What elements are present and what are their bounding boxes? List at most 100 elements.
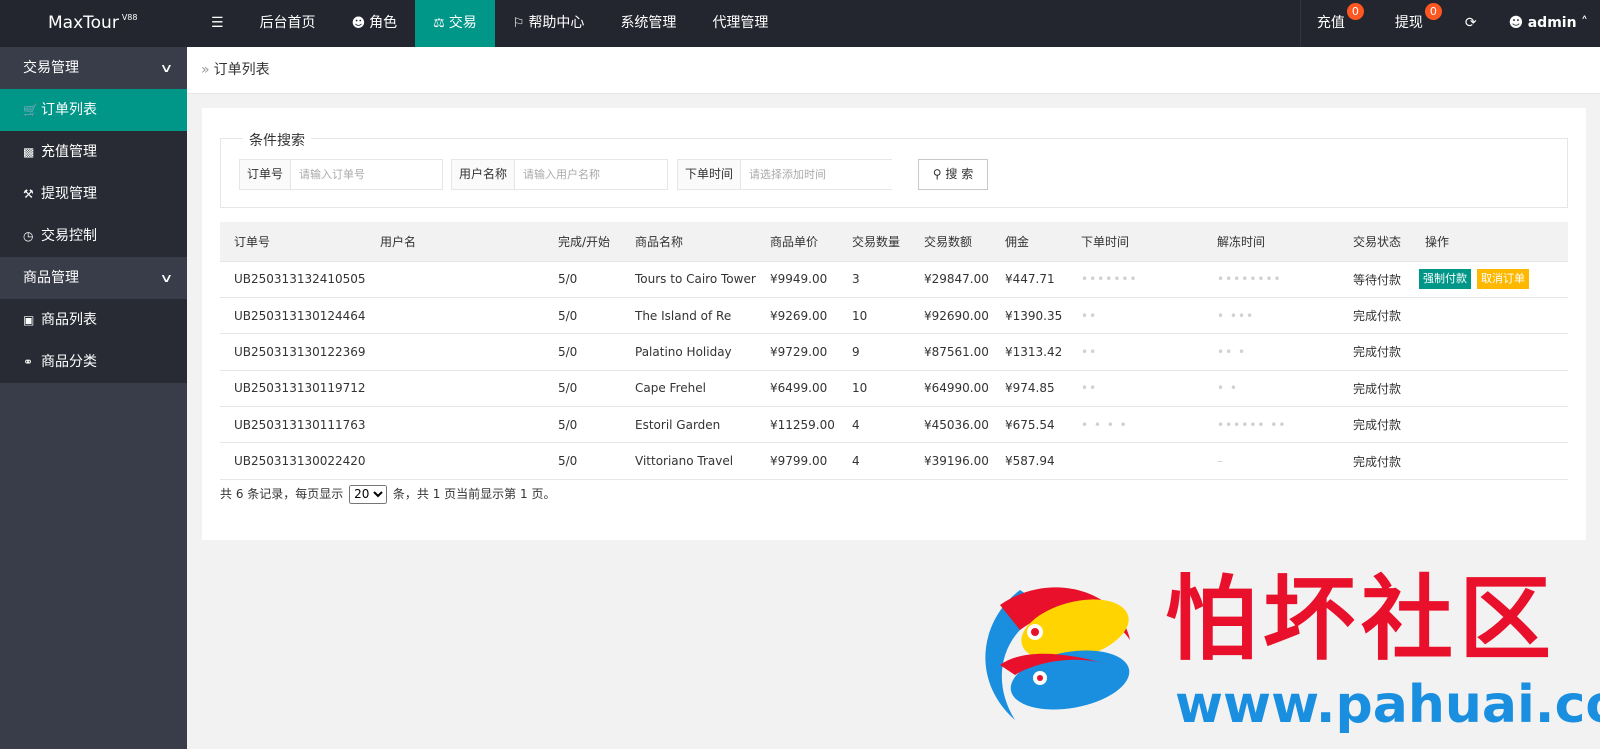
cell-unfreeze-time: • • (1203, 370, 1339, 408)
cell-qty: 10 (838, 370, 910, 408)
cell-progress: 5/0 (544, 333, 621, 371)
cart-icon: 🛒 (23, 103, 38, 117)
sidebar-item-product-list[interactable]: ▣ 商品列表 (0, 299, 187, 341)
sidebar-group-products[interactable]: 商品管理 ∨ (0, 257, 187, 299)
sidebar-group-trade[interactable]: 交易管理 ∨ (0, 47, 187, 89)
col-progress: 完成/开始 (544, 222, 621, 262)
nav-item-home[interactable]: 后台首页 (242, 0, 334, 47)
double-chevron-right-icon: » (201, 62, 210, 78)
withdraw-button[interactable]: 提现 0 (1379, 0, 1442, 47)
user-label: 用户名称 (452, 160, 516, 189)
cell-product: Estoril Garden (621, 406, 756, 444)
cell-price: ¥9729.00 (756, 333, 838, 371)
sidebar-item-product-category[interactable]: ⚭ 商品分类 (0, 341, 187, 383)
table-row: UB2503131301223695 5/0 Palatino Holiday … (220, 333, 1568, 371)
nav-item-system[interactable]: 系统管理 (602, 0, 694, 47)
chat-icon: ▩ (23, 145, 35, 159)
col-amount: 交易数额 (910, 222, 991, 262)
cell-order-time: • • • • (1067, 406, 1203, 444)
table-row: UB2503131301197123 5/0 Cape Frehel ¥6499… (220, 370, 1568, 408)
dashboard-icon: ◷ (23, 229, 34, 243)
breadcrumb: » 订单列表 (187, 47, 1600, 94)
search-button[interactable]: ⚲ 搜 索 (918, 159, 988, 190)
nav-label: 交易 (448, 15, 477, 31)
cell-status: 完成付款 (1339, 333, 1411, 371)
sidebar-item-trade-control[interactable]: ◷ 交易控制 (0, 215, 187, 257)
refresh-icon[interactable]: ⟳ (1449, 0, 1493, 47)
sidebar: 交易管理 ∨ 🛒 订单列表 ▩ 充值管理 ⚒ 提现管理 ◷ 交易控制 商品管理 ∨ ▣ 商品列… (0, 47, 187, 749)
cell-amount: ¥64990.00 (910, 370, 991, 408)
redacted-value: •• (1081, 344, 1098, 359)
order-field: 订单号 (239, 159, 443, 190)
cell-progress: 5/0 (544, 297, 621, 335)
cell-user (366, 297, 544, 335)
col-commission: 佣金 (991, 222, 1067, 262)
cell-product: Tours to Cairo Tower (621, 261, 756, 298)
sidebar-item-recharge[interactable]: ▩ 充值管理 (0, 131, 187, 173)
cell-order: UB2503131301117632 (220, 406, 366, 444)
nav-item-agent[interactable]: 代理管理 (694, 0, 786, 47)
redacted-value: •••••• •• (1217, 417, 1287, 432)
redacted-value: • • (1217, 381, 1238, 396)
item-label: 商品列表 (41, 312, 97, 328)
cell-actions (1411, 370, 1568, 408)
group-label: 交易管理 (23, 60, 79, 76)
nav-item-role[interactable]: ☻ 角色 (334, 0, 416, 47)
recharge-badge: 0 (1346, 3, 1364, 20)
cell-unfreeze-time: •••••• •• (1203, 406, 1339, 444)
app-logo[interactable]: MaxTour V88 (0, 0, 187, 47)
cell-order: UB2503131301244647 (220, 297, 366, 335)
nav-item-trade[interactable]: ⚖ 交易 (415, 0, 495, 47)
redacted-value: • ••• (1217, 308, 1255, 323)
cell-commission: ¥1313.42 (991, 333, 1067, 371)
table-row: UB2503131301244647 5/0 The Island of Re … (220, 297, 1568, 335)
flag-icon: ⚐ (512, 16, 525, 31)
cell-product: The Island of Re (621, 297, 756, 335)
user-icon: ☻ (351, 16, 366, 31)
user-input[interactable] (515, 160, 668, 189)
link-icon: ⚭ (23, 355, 34, 369)
cell-amount: ¥92690.00 (910, 297, 991, 335)
cell-commission: ¥675.54 (991, 406, 1067, 444)
recharge-button[interactable]: 充值 0 (1299, 0, 1364, 47)
time-input[interactable] (741, 160, 894, 189)
cancel-order-button[interactable]: 取消订单 (1477, 269, 1529, 290)
order-label: 订单号 (240, 160, 292, 189)
breadcrumb-current: 订单列表 (213, 62, 270, 78)
table-row: UB2503131301117632 5/0 Estoril Garden ¥1… (220, 406, 1568, 444)
menu-toggle-icon[interactable]: ☰ (193, 0, 242, 47)
search-label: 搜 索 (945, 167, 974, 181)
sidebar-item-withdraw[interactable]: ⚒ 提现管理 (0, 173, 187, 215)
hammer-icon: ⚒ (23, 187, 34, 201)
search-icon: ⚲ (932, 167, 942, 181)
force-pay-button[interactable]: 强制付款 (1419, 269, 1471, 290)
withdraw-badge: 0 (1424, 3, 1442, 20)
redacted-value: •••••••• (1217, 272, 1282, 287)
top-bar: MaxTour V88 ☰ 后台首页 ☻ 角色 ⚖ 交易 ⚐ 帮助中心 系统管理 代理管… (0, 0, 1600, 47)
page-size-select[interactable]: 20 (349, 484, 388, 504)
chevron-down-icon: ∨ (159, 271, 174, 285)
cell-qty: 10 (838, 297, 910, 335)
user-icon: ☻ (1508, 15, 1524, 31)
redacted-value: •• • (1217, 344, 1247, 359)
item-label: 订单列表 (41, 102, 97, 118)
search-legend: 条件搜索 (243, 130, 311, 150)
username: admin (1527, 15, 1577, 31)
cell-order-time: •• (1067, 297, 1203, 335)
nav-item-help[interactable]: ⚐ 帮助中心 (495, 0, 603, 47)
redacted-value: ••••••• (1081, 272, 1138, 287)
watermark: 怕坏社区 www.pahuai.com (960, 566, 1600, 740)
cell-order-time (1067, 442, 1203, 480)
cell-progress: 5/0 (544, 442, 621, 480)
col-user: 用户名 (366, 222, 544, 262)
cell-price: ¥9269.00 (756, 297, 838, 335)
cell-amount: ¥29847.00 (910, 261, 991, 298)
order-input[interactable] (291, 160, 442, 189)
redacted-value: – (1217, 454, 1224, 469)
cell-unfreeze-time: • ••• (1203, 297, 1339, 335)
sidebar-item-order-list[interactable]: 🛒 订单列表 (0, 89, 187, 131)
cell-actions: 强制付款 取消订单 (1411, 261, 1568, 298)
watermark-title: 怕坏社区 (1165, 566, 1558, 673)
user-menu[interactable]: ☻ admin ˄ (1493, 0, 1600, 47)
cell-amount: ¥45036.00 (910, 406, 991, 444)
